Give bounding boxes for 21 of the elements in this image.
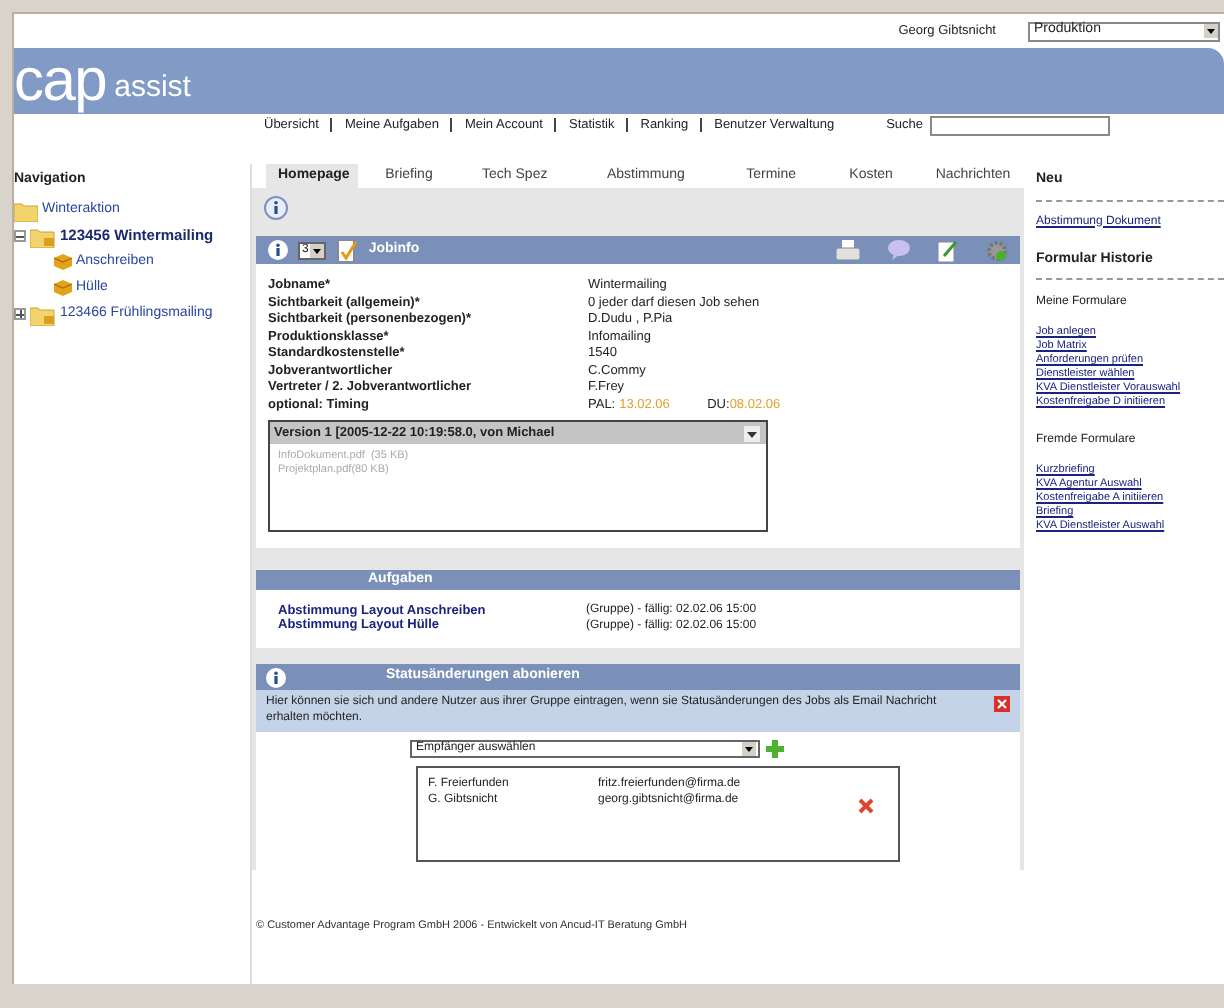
info-icon[interactable] [266, 667, 286, 687]
caret-icon [1204, 24, 1218, 38]
printer-icon[interactable] [836, 240, 860, 260]
edit-icon[interactable] [938, 239, 958, 261]
dropdown-icon[interactable] [744, 425, 760, 441]
remove-icon[interactable] [858, 798, 874, 814]
folder-icon [30, 225, 56, 247]
caret-icon [742, 742, 756, 756]
info-icon[interactable] [264, 196, 288, 220]
folder-icon [14, 199, 38, 221]
caret-icon [310, 243, 325, 257]
expand-icon[interactable] [14, 308, 26, 320]
logo-subtitle: assist [114, 70, 191, 106]
collapse-icon[interactable] [14, 230, 26, 242]
info-icon[interactable] [268, 240, 288, 260]
box-icon [54, 254, 72, 270]
close-icon[interactable] [994, 696, 1010, 712]
box-icon [54, 280, 72, 296]
add-icon[interactable] [766, 740, 784, 758]
folder-icon [30, 303, 56, 325]
search-field[interactable] [929, 115, 1110, 135]
